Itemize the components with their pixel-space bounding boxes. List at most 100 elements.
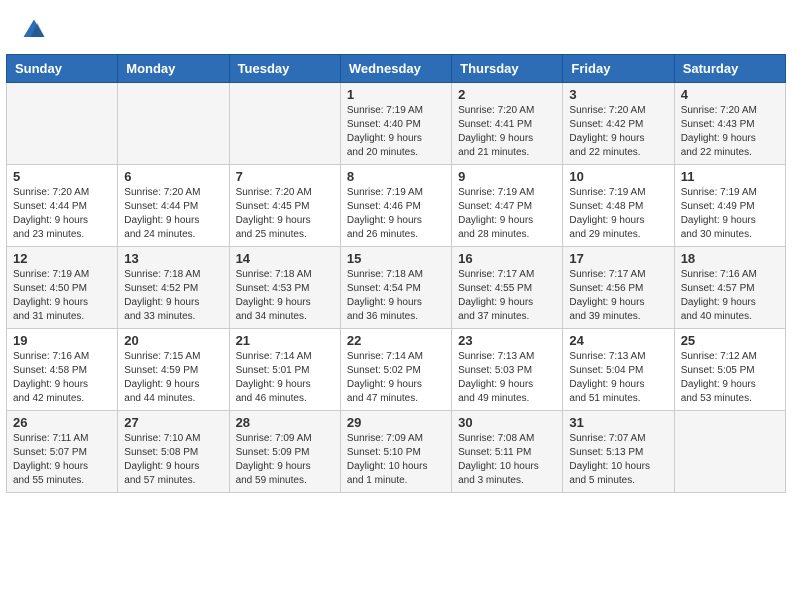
calendar-cell: 10 Sunrise: 7:19 AMSunset: 4:48 PMDayligh… [563,165,674,247]
day-info: Sunrise: 7:14 AMSunset: 5:02 PMDaylight:… [347,350,445,406]
day-number: 5 [13,169,111,184]
day-info: Sunrise: 7:20 AMSunset: 4:45 PMDaylight:… [236,186,334,242]
day-number: 19 [13,333,111,348]
calendar-cell: 27 Sunrise: 7:10 AMSunset: 5:08 PMDayligh… [118,411,229,493]
day-number: 21 [236,333,334,348]
day-info: Sunrise: 7:20 AMSunset: 4:44 PMDaylight:… [124,186,222,242]
calendar-cell: 15 Sunrise: 7:18 AMSunset: 4:54 PMDayligh… [340,247,451,329]
day-number: 27 [124,415,222,430]
day-info: Sunrise: 7:10 AMSunset: 5:08 PMDaylight:… [124,432,222,488]
day-info: Sunrise: 7:18 AMSunset: 4:52 PMDaylight:… [124,268,222,324]
logo-icon [20,16,48,44]
day-info: Sunrise: 7:17 AMSunset: 4:56 PMDaylight:… [569,268,667,324]
day-info: Sunrise: 7:18 AMSunset: 4:53 PMDaylight:… [236,268,334,324]
day-number: 25 [681,333,779,348]
day-info: Sunrise: 7:18 AMSunset: 4:54 PMDaylight:… [347,268,445,324]
calendar-cell: 23 Sunrise: 7:13 AMSunset: 5:03 PMDayligh… [452,329,563,411]
day-info: Sunrise: 7:09 AMSunset: 5:09 PMDaylight:… [236,432,334,488]
calendar-cell: 12 Sunrise: 7:19 AMSunset: 4:50 PMDayligh… [7,247,118,329]
day-info: Sunrise: 7:09 AMSunset: 5:10 PMDaylight:… [347,432,445,488]
calendar-cell: 18 Sunrise: 7:16 AMSunset: 4:57 PMDayligh… [674,247,785,329]
day-info: Sunrise: 7:19 AMSunset: 4:49 PMDaylight:… [681,186,779,242]
weekday-header: Wednesday [340,55,451,83]
day-info: Sunrise: 7:12 AMSunset: 5:05 PMDaylight:… [681,350,779,406]
day-number: 15 [347,251,445,266]
page: SundayMondayTuesdayWednesdayThursdayFrid… [0,0,792,503]
calendar-cell: 16 Sunrise: 7:17 AMSunset: 4:55 PMDayligh… [452,247,563,329]
calendar-cell: 9 Sunrise: 7:19 AMSunset: 4:47 PMDaylight… [452,165,563,247]
header [0,0,792,54]
day-number: 31 [569,415,667,430]
day-number: 9 [458,169,556,184]
day-info: Sunrise: 7:20 AMSunset: 4:44 PMDaylight:… [13,186,111,242]
day-info: Sunrise: 7:08 AMSunset: 5:11 PMDaylight:… [458,432,556,488]
day-number: 16 [458,251,556,266]
day-number: 4 [681,87,779,102]
day-number: 23 [458,333,556,348]
calendar-cell: 7 Sunrise: 7:20 AMSunset: 4:45 PMDaylight… [229,165,340,247]
calendar-cell: 17 Sunrise: 7:17 AMSunset: 4:56 PMDayligh… [563,247,674,329]
day-number: 30 [458,415,556,430]
calendar-cell: 31 Sunrise: 7:07 AMSunset: 5:13 PMDayligh… [563,411,674,493]
day-info: Sunrise: 7:13 AMSunset: 5:03 PMDaylight:… [458,350,556,406]
calendar: SundayMondayTuesdayWednesdayThursdayFrid… [6,54,786,493]
calendar-cell: 22 Sunrise: 7:14 AMSunset: 5:02 PMDayligh… [340,329,451,411]
day-number: 29 [347,415,445,430]
day-info: Sunrise: 7:19 AMSunset: 4:47 PMDaylight:… [458,186,556,242]
weekday-header: Saturday [674,55,785,83]
calendar-cell: 28 Sunrise: 7:09 AMSunset: 5:09 PMDayligh… [229,411,340,493]
day-number: 14 [236,251,334,266]
calendar-cell [7,83,118,165]
day-number: 18 [681,251,779,266]
calendar-cell: 4 Sunrise: 7:20 AMSunset: 4:43 PMDaylight… [674,83,785,165]
calendar-cell: 14 Sunrise: 7:18 AMSunset: 4:53 PMDayligh… [229,247,340,329]
day-info: Sunrise: 7:07 AMSunset: 5:13 PMDaylight:… [569,432,667,488]
weekday-header: Tuesday [229,55,340,83]
weekday-header: Monday [118,55,229,83]
calendar-cell: 21 Sunrise: 7:14 AMSunset: 5:01 PMDayligh… [229,329,340,411]
calendar-cell: 26 Sunrise: 7:11 AMSunset: 5:07 PMDayligh… [7,411,118,493]
day-info: Sunrise: 7:17 AMSunset: 4:55 PMDaylight:… [458,268,556,324]
day-number: 22 [347,333,445,348]
day-number: 3 [569,87,667,102]
day-number: 8 [347,169,445,184]
day-info: Sunrise: 7:15 AMSunset: 4:59 PMDaylight:… [124,350,222,406]
day-info: Sunrise: 7:20 AMSunset: 4:43 PMDaylight:… [681,104,779,160]
day-info: Sunrise: 7:11 AMSunset: 5:07 PMDaylight:… [13,432,111,488]
calendar-cell [674,411,785,493]
day-number: 12 [13,251,111,266]
calendar-cell: 13 Sunrise: 7:18 AMSunset: 4:52 PMDayligh… [118,247,229,329]
day-number: 26 [13,415,111,430]
calendar-cell: 24 Sunrise: 7:13 AMSunset: 5:04 PMDayligh… [563,329,674,411]
day-number: 28 [236,415,334,430]
calendar-cell: 8Sunrise: 7:19 AMSunset: 4:46 PMDaylight… [340,165,451,247]
calendar-cell [229,83,340,165]
calendar-cell: 11 Sunrise: 7:19 AMSunset: 4:49 PMDayligh… [674,165,785,247]
day-info: Sunrise: 7:19 AMSunset: 4:50 PMDaylight:… [13,268,111,324]
logo [20,16,52,44]
day-info: Sunrise: 7:14 AMSunset: 5:01 PMDaylight:… [236,350,334,406]
day-number: 11 [681,169,779,184]
day-number: 1 [347,87,445,102]
day-number: 10 [569,169,667,184]
calendar-cell: 19Sunrise: 7:16 AMSunset: 4:58 PMDayligh… [7,329,118,411]
calendar-cell: 20Sunrise: 7:15 AMSunset: 4:59 PMDayligh… [118,329,229,411]
day-info: Sunrise: 7:19 AMSunset: 4:48 PMDaylight:… [569,186,667,242]
day-number: 17 [569,251,667,266]
calendar-cell: 25 Sunrise: 7:12 AMSunset: 5:05 PMDayligh… [674,329,785,411]
day-number: 7 [236,169,334,184]
day-number: 24 [569,333,667,348]
day-number: 13 [124,251,222,266]
table-wrap: SundayMondayTuesdayWednesdayThursdayFrid… [0,54,792,503]
day-info: Sunrise: 7:19 AMSunset: 4:40 PMDaylight:… [347,104,445,160]
day-number: 2 [458,87,556,102]
weekday-header: Thursday [452,55,563,83]
calendar-cell: 6 Sunrise: 7:20 AMSunset: 4:44 PMDaylight… [118,165,229,247]
calendar-cell: 3Sunrise: 7:20 AMSunset: 4:42 PMDaylight… [563,83,674,165]
calendar-cell: 30 Sunrise: 7:08 AMSunset: 5:11 PMDayligh… [452,411,563,493]
weekday-header: Sunday [7,55,118,83]
day-number: 6 [124,169,222,184]
day-info: Sunrise: 7:13 AMSunset: 5:04 PMDaylight:… [569,350,667,406]
day-info: Sunrise: 7:16 AMSunset: 4:57 PMDaylight:… [681,268,779,324]
day-info: Sunrise: 7:20 AMSunset: 4:41 PMDaylight:… [458,104,556,160]
